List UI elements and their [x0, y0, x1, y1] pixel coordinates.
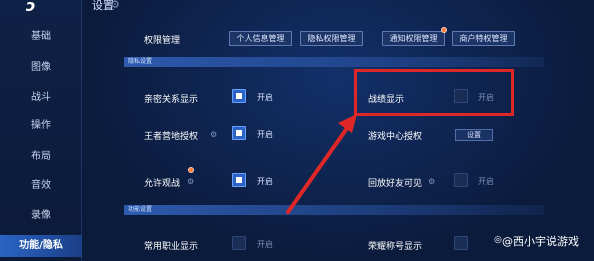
replay-help-icon[interactable]: ⚙ — [428, 177, 438, 187]
camp-auth-checkbox[interactable] — [232, 126, 246, 140]
sidebar-item-controls[interactable]: 操作 — [0, 115, 82, 137]
camp-auth-state: 开启 — [257, 130, 273, 139]
game-center-auth-label: 游戏中心授权 — [368, 132, 423, 142]
sidebar-item-function-privacy[interactable]: 功能/隐私 — [0, 235, 82, 257]
permissions-label: 权限管理 — [144, 36, 181, 46]
function-section-title: 功能设置 — [128, 206, 153, 213]
notification-badge-icon — [441, 27, 447, 33]
merchant-permission-tab[interactable]: 商户特权管理 — [452, 31, 515, 46]
sidebar-item-combat[interactable]: 战斗 — [0, 87, 82, 109]
spectate-badge-icon — [188, 167, 194, 173]
privacy-section-title: 隐私设置 — [128, 58, 153, 65]
privacy-permission-tab[interactable]: 隐私权限管理 — [300, 31, 363, 46]
sidebar-item-replay[interactable]: 录像 — [0, 205, 82, 227]
spectate-checkbox[interactable] — [232, 173, 246, 187]
sidebar-item-audio[interactable]: 音效 — [0, 175, 82, 197]
notification-permission-tab[interactable]: 通知权限管理 — [382, 31, 445, 46]
spectate-help-icon[interactable]: ⚙ — [187, 177, 197, 187]
sidebar: ↄ 基础 图像 战斗 操作 布局 音效 录像 功能/隐私 — [0, 0, 82, 261]
career-display-label: 常用职业显示 — [144, 242, 199, 252]
family-display-state: 开启 — [257, 93, 273, 102]
honor-title-checkbox[interactable] — [454, 236, 468, 250]
sidebar-item-layout[interactable]: 布局 — [0, 146, 82, 168]
camp-auth-label: 王者营地授权 — [144, 132, 199, 142]
family-display-checkbox[interactable] — [232, 89, 246, 103]
replay-visibility-label: 回放好友可见 — [368, 179, 423, 189]
career-display-checkbox[interactable] — [232, 236, 246, 250]
highlight-box — [354, 69, 514, 116]
watermark: @西小宇说游戏 — [502, 235, 579, 248]
personal-info-tab[interactable]: 个人信息管理 — [229, 31, 292, 46]
settings-panel: 设置 ⚙ 权限管理 个人信息管理 隐私权限管理 通知权限管理 商户特权管理 隐私… — [82, 0, 594, 261]
spectate-label: 允许观战 — [144, 179, 181, 189]
sidebar-item-basic[interactable]: 基础 — [0, 26, 82, 48]
replay-visibility-checkbox[interactable] — [454, 173, 468, 187]
settings-info-icon[interactable]: ⚙ — [110, 0, 124, 11]
game-center-settings-button[interactable]: 设置 — [455, 129, 493, 141]
career-display-state: 开启 — [257, 240, 273, 249]
function-section-header: 功能设置 — [124, 205, 544, 215]
privacy-section-header: 隐私设置 — [124, 57, 544, 67]
honor-title-label: 荣耀称号显示 — [368, 242, 423, 252]
family-display-label: 亲密关系显示 — [144, 95, 199, 105]
sidebar-item-graphics[interactable]: 图像 — [0, 57, 82, 79]
camp-help-icon[interactable]: ⚙ — [210, 130, 220, 140]
replay-visibility-state: 开启 — [478, 177, 494, 186]
game-logo-icon: ↄ — [26, 0, 36, 15]
spectate-state: 开启 — [257, 177, 273, 186]
